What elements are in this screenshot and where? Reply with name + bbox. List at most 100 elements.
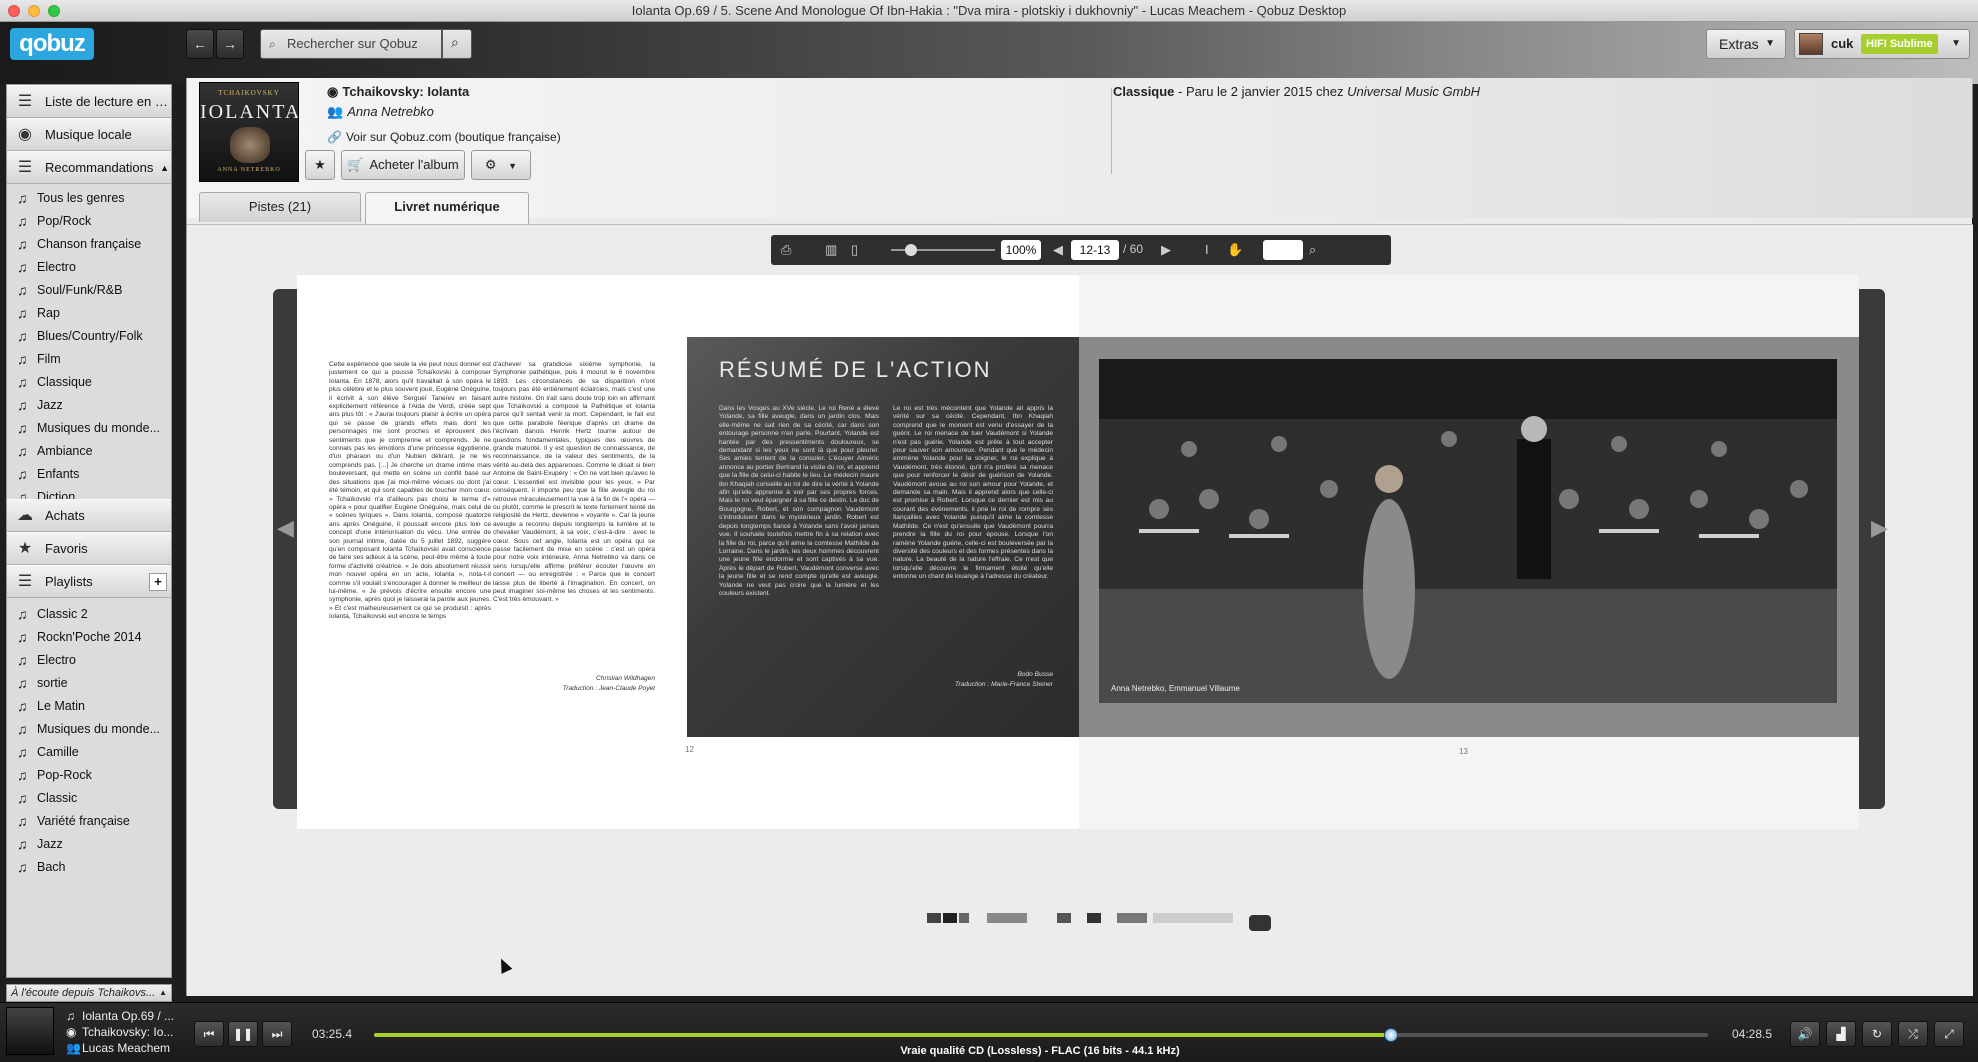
album-genre[interactable]: Classique [1113,84,1174,99]
sidebar-genre-item[interactable]: ♫ Electro [7,256,171,279]
sidebar-playlist-item[interactable]: ♫ Le Matin [7,695,171,718]
previous-page-icon[interactable]: ◀ [1053,242,1063,258]
search-input[interactable]: ⌕ Rechercher sur Qobuz [260,29,442,59]
sidebar-item-label: Enfants [37,467,80,481]
equalizer-button[interactable]: ▟ [1826,1021,1856,1047]
zoom-level-field[interactable]: 100% [1001,240,1041,260]
booklet-text-column: Cette expérience que seule la vie peut n… [329,361,491,621]
close-window-button[interactable] [8,5,20,17]
text-select-icon[interactable]: I [1205,242,1209,258]
favorite-button[interactable]: ★ [305,150,335,180]
forward-button[interactable]: → [216,29,244,59]
zoom-slider[interactable] [891,244,995,256]
booklet-search-input[interactable] [1263,240,1303,260]
sidebar-item-local-music[interactable]: ◉ Musique locale [7,118,171,151]
next-spread-arrow[interactable]: ▶ [1871,515,1888,541]
sidebar: ☰ Liste de lecture en co... ◉ Musique lo… [6,84,172,978]
now-playing-album[interactable]: ◉ Tchaikovsky: Io... [66,1025,173,1039]
now-playing-track[interactable]: ♫ Iolanta Op.69 / ... [66,1009,174,1023]
sidebar-playlist-item[interactable]: ♫ Bach [7,856,171,879]
repeat-button[interactable]: ↻ [1862,1021,1892,1047]
album-cover[interactable]: TCHAIKOVSKY IOLANTA ANNA NETREBKO [199,82,299,182]
sidebar-playlist-item[interactable]: ♫ Rockn'Poche 2014 [7,626,171,649]
sidebar-genre-item[interactable]: ♫ Blues/Country/Folk [7,325,171,348]
music-note-icon: ♫ [17,859,28,875]
page-number-field[interactable]: 12-13 [1071,240,1119,260]
sidebar-genre-item[interactable]: ♫ Classique [7,371,171,394]
sidebar-playlist-item[interactable]: ♫ Classic [7,787,171,810]
sidebar-item-playlists[interactable]: ☰ Playlists + [7,565,171,598]
page-thumbnail-strip[interactable] [927,911,1267,923]
sidebar-playlist-item[interactable]: ♫ Musiques du monde... [7,718,171,741]
sidebar-playlist-item[interactable]: ♫ Pop-Rock [7,764,171,787]
album-release-info: Classique - Paru le 2 janvier 2015 chez … [1113,84,1480,99]
tab-digital-booklet[interactable]: Livret numérique [365,192,529,224]
music-note-icon: ♫ [17,767,28,783]
qobuz-logo[interactable]: qobuz [10,28,94,60]
pause-button[interactable]: ❚❚ [228,1021,258,1047]
tab-tracks[interactable]: Pistes (21) [199,192,361,222]
search-icon: ⌕ [451,34,459,50]
sidebar-genre-item[interactable]: ♫ Soul/Funk/R&B [7,279,171,302]
sidebar-item-queue[interactable]: ☰ Liste de lecture en co... [7,85,171,118]
sidebar-genre-item[interactable]: ♫ Enfants [7,463,171,486]
sidebar-item-recommendations[interactable]: ☰ Recommandations ▲ [7,151,171,184]
sidebar-genre-item[interactable]: ♫ Film [7,348,171,371]
search-submit-button[interactable]: ⌕ [442,29,472,59]
sidebar-genre-item[interactable]: ♫ Jazz [7,394,171,417]
volume-button[interactable]: 🔊 [1790,1021,1820,1047]
search-placeholder: Rechercher sur Qobuz [287,36,418,51]
sidebar-genre-item[interactable]: ♫ Rap [7,302,171,325]
add-playlist-button[interactable]: + [149,573,167,591]
fullscreen-icon: ⤢ [1944,1027,1954,1041]
album-artist[interactable]: 👥 Anna Netrebko [327,104,434,120]
progress-knob[interactable] [1383,1028,1398,1042]
user-menu-button[interactable]: cuk HIFI Sublime ▼ [1794,29,1970,59]
zoom-window-button[interactable] [48,5,60,17]
previous-track-button[interactable]: ⏮ [194,1021,224,1047]
avatar [1799,33,1823,55]
equalizer-icon: ▟ [1836,1027,1846,1041]
thumbnail-strip-knob[interactable] [1249,915,1271,931]
sidebar-playlist-item[interactable]: ♫ Jazz [7,833,171,856]
now-listening-label: À l'écoute depuis Tchaikovs... [11,987,156,999]
shop-link[interactable]: 🔗 Voir sur Qobuz.com (boutique française) [327,130,561,144]
sidebar-item-purchases[interactable]: ☁ Achats [7,499,171,532]
zoom-slider-knob[interactable] [905,244,917,256]
back-button[interactable]: ← [186,29,214,59]
sidebar-genre-item[interactable]: ♫ Tous les genres [7,187,171,210]
extras-menu-button[interactable]: Extras ▼ [1706,29,1786,59]
sidebar-playlist-item[interactable]: ♫ Classic 2 [7,603,171,626]
sidebar-playlist-item[interactable]: ♫ sortie [7,672,171,695]
minimize-window-button[interactable] [28,5,40,17]
sidebar-genre-item[interactable]: ♫ Chanson française [7,233,171,256]
star-icon: ★ [17,540,33,557]
shuffle-button[interactable]: ⤮ [1898,1021,1928,1047]
previous-spread-arrow[interactable]: ◀ [277,515,294,541]
buy-album-button[interactable]: 🛒 Acheter l'album [341,150,465,180]
music-note-icon: ♫ [17,652,28,668]
next-track-button[interactable]: ⏭ [262,1021,292,1047]
print-icon[interactable]: ⎙ [781,242,791,258]
sidebar-playlist-item[interactable]: ♫ Variété française [7,810,171,833]
sidebar-playlist-item[interactable]: ♫ Camille [7,741,171,764]
hand-tool-icon[interactable]: ✋ [1227,242,1243,258]
tab-label: Pistes (21) [248,199,312,214]
search-icon[interactable]: ⌕ [1309,242,1316,258]
album-label[interactable]: Universal Music GmbH [1347,84,1480,99]
sidebar-genre-item[interactable]: ♫ Musiques du monde... [7,417,171,440]
cover-composer: TCHAIKOVSKY [218,89,280,97]
music-note-icon: ♫ [17,351,28,367]
sidebar-playlist-item[interactable]: ♫ Electro [7,649,171,672]
settings-menu-button[interactable]: ⚙ ▼ [471,150,531,180]
next-page-icon[interactable]: ▶ [1161,242,1171,258]
sidebar-item-favorites[interactable]: ★ Favoris [7,532,171,565]
double-page-icon[interactable]: ▥ [825,242,837,258]
sidebar-genre-item[interactable]: ♫ Ambiance [7,440,171,463]
sidebar-genre-item[interactable]: ♫ Pop/Rock [7,210,171,233]
fullscreen-button[interactable]: ⤢ [1934,1021,1964,1047]
now-listening-dropdown[interactable]: À l'écoute depuis Tchaikovs... ▲ [6,984,172,1002]
sidebar-item-label: Rap [37,306,60,320]
single-page-icon[interactable]: ▯ [851,242,858,258]
progress-bar[interactable] [374,1028,1708,1042]
